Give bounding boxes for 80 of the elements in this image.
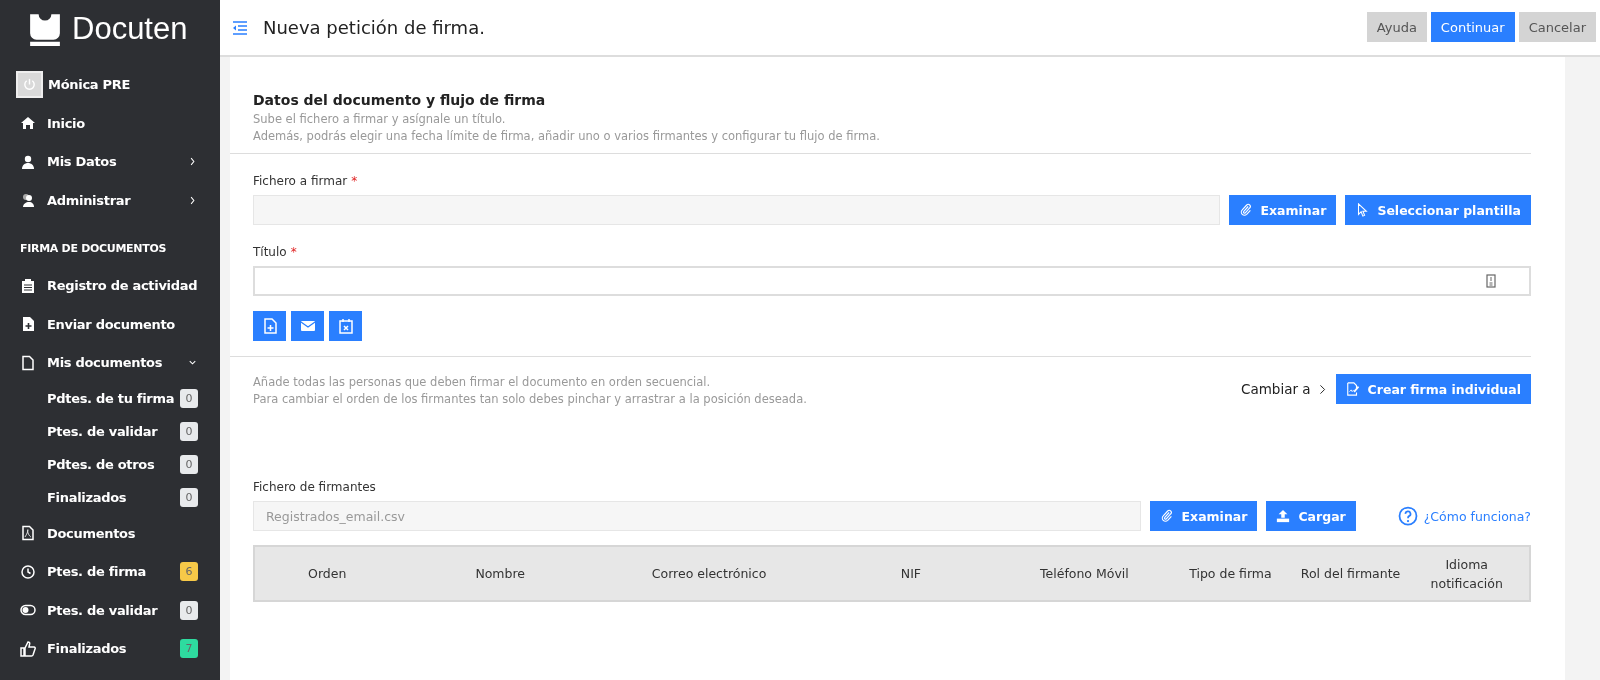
nav-subitem[interactable]: Pdtes. de otros 0 (0, 448, 220, 481)
select-template-button[interactable]: Seleccionar plantilla (1345, 195, 1531, 225)
nav-item[interactable]: Registro de actividad (0, 266, 220, 305)
clipboard-icon (20, 277, 36, 294)
nav-item[interactable]: Documentos (0, 514, 220, 553)
count-badge: 0 (180, 600, 198, 620)
user-name: Mónica PRE (48, 76, 131, 92)
field-label: Título (253, 245, 287, 259)
power-icon (22, 76, 37, 92)
description-text: Sube el fichero a firmar y asígnale un título. (253, 111, 507, 128)
cursor-icon (1355, 203, 1370, 217)
file-plus-icon (20, 316, 36, 333)
continue-button[interactable]: Continuar (1430, 12, 1515, 42)
file-icon (20, 354, 36, 371)
required-mark: * (351, 174, 358, 188)
nav-item[interactable]: Administrar (0, 181, 220, 220)
help-link[interactable]: ¿Cómo funciona? (1397, 506, 1531, 526)
description-text: Además, podrás elegir una fecha límite de firma, añadir uno o varios firmantes y configurar tu flujo de firma. (253, 128, 881, 145)
field-label: Fichero de firmantes (253, 480, 377, 494)
power-button[interactable] (16, 70, 43, 98)
column-header: Nombre (474, 565, 527, 583)
column-header: Rol del firmante (1299, 565, 1402, 583)
help-icon (1397, 506, 1418, 526)
field-label: Fichero a firmar (253, 174, 348, 188)
nav-item[interactable]: Finalizados 7 (0, 629, 220, 668)
paperclip-icon (1238, 203, 1253, 217)
column-header: NIF (899, 565, 923, 583)
nav-item[interactable]: Ptes. de firma 6 (0, 552, 220, 591)
browse-button[interactable]: Examinar (1228, 195, 1337, 225)
logo-icon (28, 12, 62, 46)
user-icon (20, 153, 36, 170)
envelope-icon (299, 318, 316, 334)
upload-button[interactable]: Cargar (1266, 501, 1356, 531)
title-input[interactable] (253, 266, 1531, 296)
nav-item[interactable]: Mis Datos (0, 142, 220, 181)
nav-item[interactable]: Mis documentos (0, 343, 220, 382)
column-header: Orden (307, 565, 348, 583)
section-heading: Datos del documento y flujo de firma (253, 92, 547, 108)
users-icon (20, 192, 36, 209)
calendar-x-icon (337, 318, 354, 334)
header-button[interactable]: Ayuda (1366, 12, 1427, 42)
nav-subitem[interactable]: Pdtes. de tu firma 0 (0, 382, 220, 415)
pdf-file-icon (20, 525, 36, 542)
count-badge: 0 (180, 422, 198, 441)
clock-icon (20, 563, 36, 580)
add-document-button[interactable] (253, 311, 286, 341)
column-header: Correo electrónico (650, 565, 768, 583)
description-text: Añade todas las personas que deben firmar el documento en orden secuencial. (253, 374, 712, 391)
nav-subitem[interactable]: Ptes. de validar 0 (0, 415, 220, 448)
menu-icon (232, 19, 248, 36)
column-header: Teléfono Móvil (1039, 565, 1130, 583)
nav-item[interactable]: Inicio (0, 104, 220, 143)
count-badge: 0 (180, 488, 198, 507)
header-button[interactable]: Cancelar (1518, 12, 1596, 42)
count-badge: 6 (180, 562, 198, 582)
upload-icon (1276, 509, 1291, 523)
nav-item[interactable]: Ptes. de validar 0 (0, 591, 220, 630)
page-title: Nueva petición de firma. (263, 17, 486, 38)
signature-icon (1345, 382, 1360, 396)
required-mark: * (290, 245, 297, 259)
home-icon (20, 115, 36, 132)
file-plus-icon (261, 318, 278, 334)
thumbs-up-icon (20, 640, 36, 657)
column-header: Idioma notificación (1429, 555, 1504, 593)
section-title: FIRMA DE DOCUMENTOS (19, 240, 168, 257)
browse-button[interactable]: Examinar (1149, 501, 1258, 531)
count-badge: 7 (180, 639, 198, 659)
deadline-button[interactable] (329, 311, 362, 341)
description-text: Para cambiar el orden de los firmantes tan solo debes pinchar y arrastrar a la posición deseada. (253, 391, 808, 408)
paperclip-icon (1159, 509, 1174, 523)
create-individual-button[interactable]: Crear firma individual (1335, 374, 1531, 404)
nav-item[interactable]: Enviar documento (0, 305, 220, 344)
email-button[interactable] (291, 311, 324, 341)
switch-label: Cambiar a (1241, 381, 1311, 397)
nav-subitem[interactable]: Finalizados 0 (0, 481, 220, 514)
document-icon (1483, 273, 1499, 289)
logo-text: Docuten (72, 11, 188, 47)
count-badge: 0 (180, 389, 198, 408)
count-badge: 0 (180, 455, 198, 474)
column-header: Tipo de firma (1188, 565, 1273, 583)
